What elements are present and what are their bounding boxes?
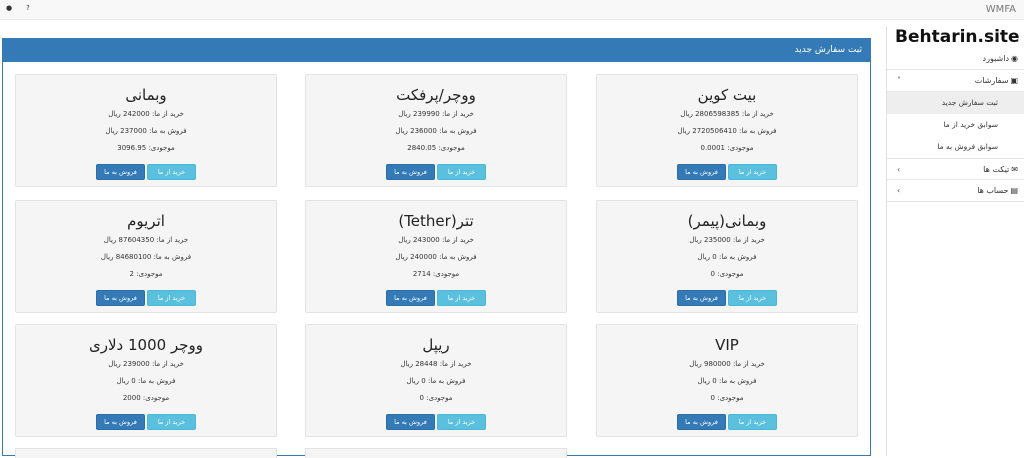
buy-button[interactable]: خرید از ما [728,164,777,180]
buy-button[interactable]: خرید از ما [147,164,196,180]
product-title: تتر(Tether) [398,212,474,230]
buy-price: خرید از ما: 235000 ریال [689,236,765,244]
sell-button[interactable]: فروش به ما [96,290,145,306]
sidebar-item-dashboard[interactable]: ◉داشبورد [887,48,1024,70]
sell-price: فروش به ما: 84680100 ریال [100,253,192,261]
sidebar-item-accounts[interactable]: ▤حساب ها › [887,180,1024,202]
buy-button[interactable]: خرید از ما [728,290,777,306]
stock: موجودی: 0.0001 [700,144,754,152]
buy-price: خرید از ما: 239990 ریال [398,110,474,118]
product-card-webmoney: وبمانی خرید از ما: 242000 ریال فروش به م… [15,74,277,187]
product-title: وبمانی [125,86,167,104]
product-card-vip: VIP خرید از ما: 980000 ریال فروش به ما: … [596,324,858,437]
buy-button[interactable]: خرید از ما [147,414,196,430]
sell-button[interactable]: فروش به ما [386,414,435,430]
chevron-down-icon: ˅ [897,76,901,85]
product-card-voucher-1000: ووچر 1000 دلاری خرید از ما: 239000 ریال … [15,324,277,437]
product-title: ریپل [422,336,450,354]
sidebar-item-label: حساب ها [977,186,1009,195]
product-card-ethereum: اتریوم خرید از ما: 87604350 ریال فروش به… [15,200,277,313]
cart-icon: ▣ [1010,76,1018,85]
sell-button[interactable]: فروش به ما [96,414,145,430]
stock: موجودی: 2000 [122,394,170,402]
sell-price: فروش به ما: 0 ریال [116,377,176,385]
product-title: وبمانی(پیمر) [687,212,767,230]
product-title: VIP [715,336,739,354]
sell-price: فروش به ما: 237000 ریال [105,127,187,135]
buy-price: خرید از ما: 87604350 ریال [103,236,189,244]
stock: موجودی: 3096.95 [117,144,175,152]
chevron-right-icon: › [897,186,901,195]
stock: موجودی: 2840.05 [407,144,465,152]
buy-button[interactable]: خرید از ما [437,414,486,430]
sidebar-item-label: داشبورد [982,54,1010,63]
buy-button[interactable]: خرید از ما [437,290,486,306]
sidebar-item-label: سفارشات [974,76,1009,85]
buy-button[interactable]: خرید از ما [728,414,777,430]
sidebar: Behtarin.site ◉داشبورد ▣سفارشات ˅ ثبت سف… [886,26,1024,456]
sell-price: فروش به ما: 240000 ریال [395,253,477,261]
product-card-partial [15,448,277,458]
top-navbar: ● ? WMFA [0,0,1024,20]
product-card-webmoney-paymer: وبمانی(پیمر) خرید از ما: 235000 ریال فرو… [596,200,858,313]
sell-button[interactable]: فروش به ما [386,164,435,180]
chevron-right-icon: › [897,165,901,174]
stock: موجودی: 0 [710,270,744,278]
sell-button[interactable]: فروش به ما [677,414,726,430]
buy-price: خرید از ما: 980000 ریال [689,360,765,368]
buy-price: خرید از ما: 242000 ریال [108,110,184,118]
buy-price: خرید از ما: 243000 ریال [398,236,474,244]
sidebar-item-label: تیکت ها [983,165,1010,174]
stock: موجودی: 2714 [412,270,460,278]
sell-button[interactable]: فروش به ما [677,164,726,180]
user-icon[interactable]: ● [6,4,12,12]
navbar-brand[interactable]: WMFA [986,4,1016,15]
product-card-ripple: ریپل خرید از ما: 28448 ریال فروش به ما: … [305,324,567,437]
dashboard-icon: ◉ [1011,54,1018,63]
money-icon: ▤ [1010,186,1018,195]
buy-button[interactable]: خرید از ما [437,164,486,180]
sell-price: فروش به ما: 236000 ریال [395,127,477,135]
panel-title: ثبت سفارش جدید [3,39,870,62]
product-title: ووچر 1000 دلاری [89,336,203,354]
sidebar-subitem-sell-history[interactable]: سوابق فروش به ما [887,136,1024,158]
stock: موجودی: 2 [129,270,163,278]
sidebar-item-tickets[interactable]: ✉تیکت ها › [887,158,1024,180]
envelope-icon: ✉ [1011,165,1018,174]
sell-button[interactable]: فروش به ما [386,290,435,306]
sell-button[interactable]: فروش به ما [96,164,145,180]
buy-price: خرید از ما: 28448 ریال [400,360,472,368]
sidebar-subitem-new-order[interactable]: ثبت سفارش جدید [887,92,1024,114]
help-icon[interactable]: ? [26,4,30,12]
product-title: ووچر/پرفکت [396,86,476,104]
product-title: اتریوم [127,212,165,230]
sell-price: فروش به ما: 2720506410 ریال [677,127,777,135]
buy-price: خرید از ما: 2806598385 ریال [680,110,774,118]
sell-price: فروش به ما: 0 ریال [697,377,757,385]
stock: موجودی: 0 [419,394,453,402]
buy-price: خرید از ما: 239000 ریال [108,360,184,368]
sell-price: فروش به ما: 0 ریال [697,253,757,261]
sidebar-item-orders[interactable]: ▣سفارشات ˅ [887,70,1024,92]
product-card-tether: تتر(Tether) خرید از ما: 243000 ریال فروش… [305,200,567,313]
product-title: بیت کوین [697,86,757,104]
product-card-partial [305,448,567,458]
buy-button[interactable]: خرید از ما [147,290,196,306]
product-card-bitcoin: بیت کوین خرید از ما: 2806598385 ریال فرو… [596,74,858,187]
product-card-perfect-voucher: ووچر/پرفکت خرید از ما: 239990 ریال فروش … [305,74,567,187]
stock: موجودی: 0 [710,394,744,402]
new-order-panel: ثبت سفارش جدید بیت کوین خرید از ما: 2806… [2,38,871,458]
site-logo: Behtarin.site [895,27,1020,47]
sidebar-subitem-buy-history[interactable]: سوابق خرید از ما [887,114,1024,136]
sell-button[interactable]: فروش به ما [677,290,726,306]
sell-price: فروش به ما: 0 ریال [406,377,466,385]
